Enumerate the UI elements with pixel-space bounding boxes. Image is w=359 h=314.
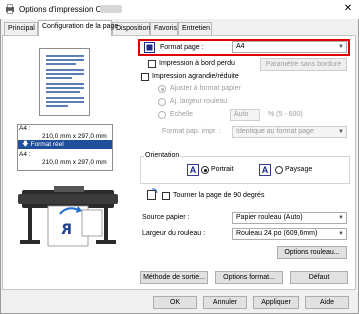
help-button[interactable]: Aide <box>305 296 349 309</box>
printer-icon <box>6 4 14 14</box>
preview-letter: R <box>61 222 72 238</box>
close-icon[interactable]: ✕ <box>342 3 354 15</box>
page-size-select[interactable]: A4 ▼ <box>232 41 347 53</box>
real-format-label-value: A4 : <box>19 151 31 158</box>
roll-width-label: Largeur du rouleau : <box>142 230 206 237</box>
page-size-label: Format page : <box>160 44 204 51</box>
page-format-label: A4 : <box>19 125 31 132</box>
rotate-90-label: Tourner la page de 90 degrés <box>173 192 265 199</box>
portrait-label: Portrait <box>211 166 234 173</box>
fit-paper-radio[interactable] <box>158 85 166 93</box>
borderless-label: Impression à bord perdu <box>159 60 235 67</box>
output-method-button[interactable]: Méthode de sortie... <box>140 271 208 284</box>
portrait-radio[interactable] <box>201 166 209 174</box>
landscape-label: Paysage <box>285 166 313 173</box>
orientation-title: Orientation <box>144 152 181 159</box>
scaled-printing-checkbox[interactable] <box>141 73 149 81</box>
scale-input[interactable]: Auto <box>230 109 260 121</box>
ok-button[interactable]: OK <box>153 296 197 309</box>
roll-width-select[interactable]: Rouleau 24 po (609,6mm) ▼ <box>232 228 347 240</box>
scaled-printing-label: Impression agrandie/réduite <box>152 73 239 80</box>
landscape-radio[interactable] <box>275 166 283 174</box>
fit-roll-label: Aj. largeur rouleau <box>170 98 228 105</box>
borderless-checkbox[interactable] <box>148 60 156 68</box>
tab-maintenance[interactable]: Entretien <box>178 22 212 35</box>
real-format-bar: 🡇 Format réel <box>18 140 112 149</box>
cancel-button[interactable]: Annuler <box>203 296 247 309</box>
apply-button[interactable]: Appliquer <box>253 296 299 309</box>
portrait-icon: A <box>187 164 199 176</box>
orientation-group <box>140 156 350 184</box>
printer-illustration: R <box>18 186 118 247</box>
fit-paper-label: Ajuster à format papier <box>170 85 241 92</box>
real-format-size: 210,0 mm x 297,0 mm <box>42 159 107 166</box>
rotate-page-icon <box>147 188 158 200</box>
page-preview <box>39 48 90 116</box>
chevron-down-icon: ▼ <box>338 231 344 237</box>
chevron-down-icon: ▼ <box>338 129 344 135</box>
rotate-90-checkbox[interactable] <box>162 192 170 200</box>
scale-radio[interactable] <box>158 111 166 119</box>
tab-principal[interactable]: Principal <box>4 22 38 35</box>
printer-model-redacted <box>100 5 122 13</box>
page-format-size: 210,0 mm x 297,0 mm <box>42 133 107 140</box>
down-arrow-icon: 🡇 <box>22 141 29 148</box>
paper-source-label: Source papier : <box>142 214 190 221</box>
tab-page-setup[interactable]: Configuration de la page <box>38 20 118 36</box>
default-button[interactable]: Défaut <box>290 271 348 284</box>
tab-favorites[interactable]: Favoris <box>150 22 178 35</box>
landscape-icon: A <box>259 164 271 176</box>
fit-roll-radio[interactable] <box>158 98 166 106</box>
page-size-icon <box>144 42 155 53</box>
real-format-label: Format réel <box>30 141 64 148</box>
borderless-settings-button[interactable]: Paramètre sans bordure <box>260 58 347 71</box>
scale-label: Echelle <box>170 111 193 118</box>
paper-source-select[interactable]: Papier rouleau (Auto) ▼ <box>232 212 347 224</box>
chevron-down-icon: ▼ <box>338 215 344 221</box>
format-options-button[interactable]: Options format... <box>215 271 283 284</box>
chevron-down-icon: ▼ <box>338 44 344 50</box>
paper-format-select[interactable]: Identique au format page ▼ <box>232 126 347 138</box>
roll-options-button[interactable]: Options rouleau... <box>277 246 347 259</box>
paper-format-label: Format pap. impr. : <box>162 128 221 135</box>
scale-unit: % (5 - 600) <box>268 111 303 118</box>
